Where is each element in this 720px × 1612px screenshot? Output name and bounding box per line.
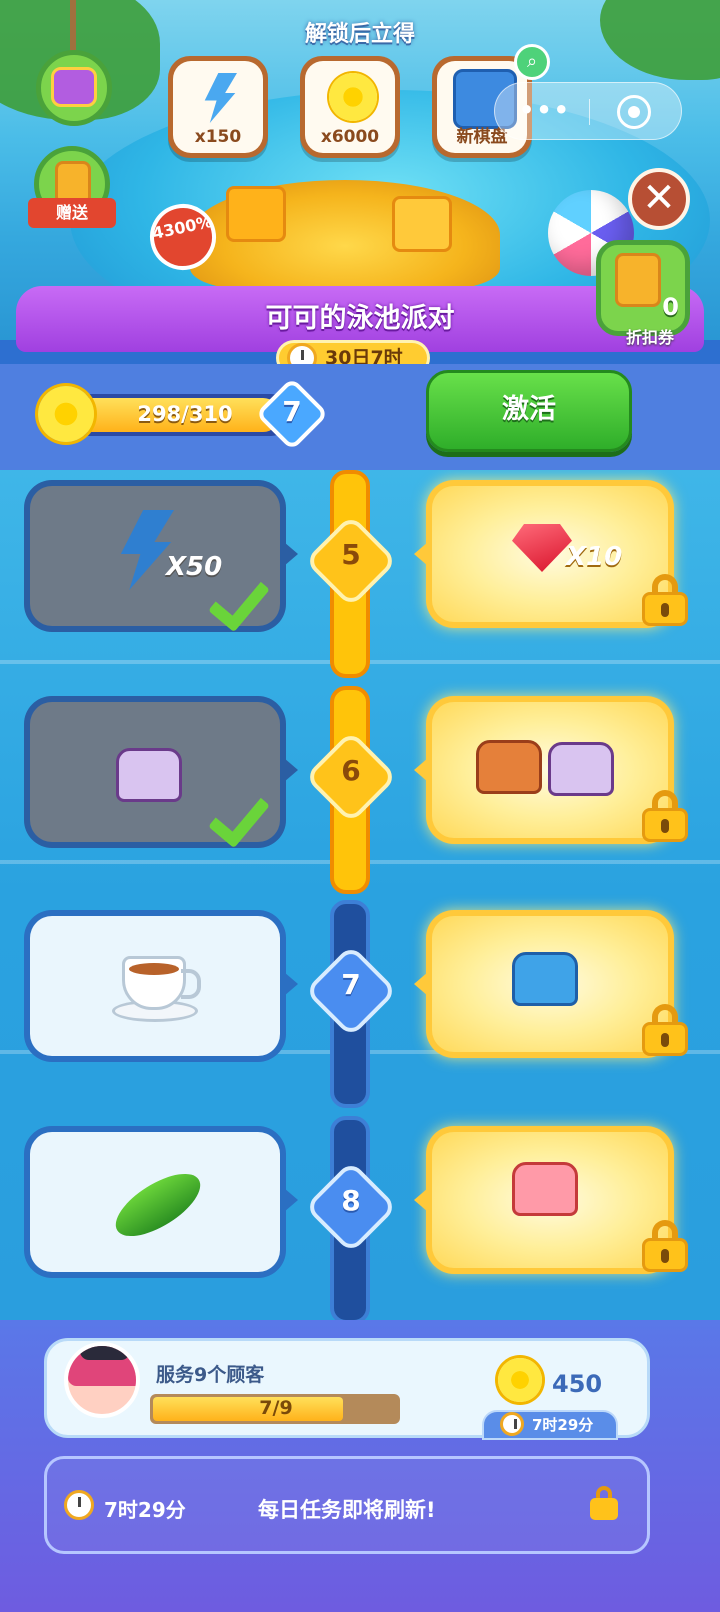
free-reward-card[interactable] [24,696,298,848]
premium-reward-card[interactable] [414,696,688,844]
more-icon[interactable]: ••• [515,97,575,123]
discount-coupon-button[interactable]: 0 [596,240,690,336]
tier-row: 8 [0,1116,720,1320]
reward-amount: x150 [194,127,242,147]
mini-program-capsule: ••• [494,82,682,140]
lock-icon [642,1220,688,1272]
coupon-count: 0 [662,293,679,321]
tier-row: 6 [0,686,720,894]
card-pointer [414,758,428,782]
flower-coin-icon [498,1358,542,1402]
task-time-left: 7时29分 [532,1416,594,1434]
tier-level: 5 [341,538,361,571]
gift-box-icon [226,186,286,242]
reward-tier-list[interactable]: X50 5 X10 6 7 8 [0,470,720,1320]
chest-icon [51,67,97,107]
coupon-icon [615,253,661,307]
claimed-check-icon [216,788,270,828]
card-pointer [414,1188,428,1212]
ruby-icon [512,524,572,572]
tier-level: 7 [341,968,361,1001]
close-icon[interactable]: ✕ [628,168,690,230]
divider [589,99,590,125]
lock-icon [642,790,688,842]
gift-box-icon [392,196,452,252]
premium-reward-card[interactable] [414,1126,688,1274]
lock-icon [590,1486,618,1520]
customer-avatar [64,1342,140,1418]
card-pointer [414,972,428,996]
current-level: 7 [282,395,302,428]
free-reward-card[interactable] [24,1126,298,1278]
card-pointer [284,1188,298,1212]
lock-icon [642,574,688,626]
gift-label: 赠送 [28,198,116,228]
free-reward-card[interactable]: X50 [24,480,298,632]
close-miniprogram-icon[interactable] [617,95,651,129]
claimed-check-icon [216,572,270,612]
card-pointer [284,758,298,782]
task-title: 服务9个顾客 [156,1364,265,1386]
tier-level: 8 [341,1184,361,1217]
premium-reward-qty: X10 [566,542,623,572]
free-reward-card[interactable] [24,910,298,1062]
flower-coin-icon [329,73,377,121]
tier-row: X50 5 X10 [0,470,720,678]
magnify-icon[interactable]: ⌕ [514,44,550,80]
blue-chest-icon [512,952,578,1006]
card-pointer [284,972,298,996]
coupon-label: 折扣券 [625,328,674,347]
purple-chest-icon [548,742,614,796]
tier-level: 6 [341,754,361,787]
daily-time-left: 7时29分 [104,1498,186,1522]
premium-reward-card[interactable] [414,910,688,1058]
cucumber-icon [106,1161,210,1249]
activate-button[interactable]: 激活 [426,370,632,452]
tier-row: 7 [0,900,720,1108]
card-pointer [284,542,298,566]
flower-coin-icon [38,386,94,442]
clock-icon [64,1490,94,1520]
mystery-chest-icon [512,1162,578,1216]
tea-cup-icon [122,956,201,1010]
unlock-reward-energy: x150 [168,56,268,158]
treasure-chest-ornament[interactable] [36,50,112,126]
task-progress-text: 7/9 [259,1397,293,1419]
purple-chest-icon [116,748,182,802]
reward-amount: x6000 [320,127,380,147]
orange-chest-icon [476,740,542,794]
clock-icon [500,1412,524,1436]
task-timer: 7时29分 [482,1410,618,1440]
task-reward-amount: 450 [552,1370,603,1398]
card-pointer [414,542,428,566]
daily-refresh-message: 每日任务即将刷新! [258,1498,436,1522]
premium-reward-card[interactable]: X10 [414,480,688,628]
unlock-reward-flowers: x6000 [300,56,400,158]
progress-text: 298/310 [137,402,233,426]
energy-bolt-icon [204,73,237,123]
free-reward-qty: X50 [166,552,223,582]
unlock-rewards-title: 解锁后立得 [304,22,415,47]
lock-icon [642,1004,688,1056]
